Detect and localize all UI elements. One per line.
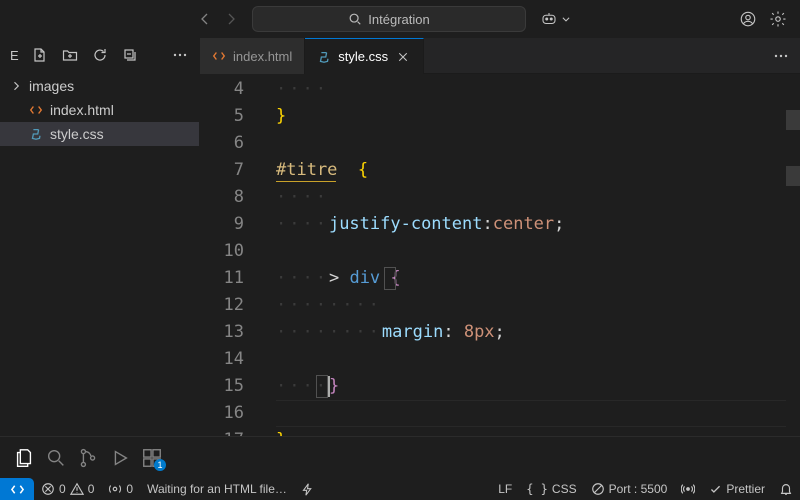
account-button[interactable] <box>734 5 762 33</box>
explorer-toolbar: E <box>0 38 199 72</box>
css-file-icon <box>317 50 331 64</box>
tab-index-html[interactable]: index.html <box>200 38 305 74</box>
tab-label: index.html <box>233 49 292 64</box>
search-icon <box>348 12 362 26</box>
line-gutter: 456789101112131415161718 <box>200 74 262 436</box>
status-problems[interactable]: 0 0 <box>34 478 101 500</box>
debug-icon <box>109 447 131 469</box>
copilot-icon <box>540 10 558 28</box>
tab-label: style.css <box>338 49 388 64</box>
bottom-panel: 1 <box>0 436 800 478</box>
status-port[interactable]: Port : 5500 <box>584 478 675 500</box>
gear-icon <box>769 10 787 28</box>
status-prettier-label: Prettier <box>726 482 765 496</box>
ellipsis-icon <box>773 48 789 64</box>
status-task[interactable]: Waiting for an HTML file… <box>140 478 294 500</box>
nav-forward-button[interactable] <box>218 6 244 32</box>
css-file-icon <box>29 127 43 141</box>
tree-file-index-html[interactable]: index.html <box>0 98 199 122</box>
remote-button[interactable] <box>0 478 34 500</box>
bell-icon <box>779 482 793 496</box>
explorer-sidebar: E images index.html style.css <box>0 38 200 436</box>
nav-back-button[interactable] <box>192 6 218 32</box>
check-icon <box>709 483 722 496</box>
files-icon <box>13 447 35 469</box>
minimap[interactable] <box>786 74 800 436</box>
file-tree: images index.html style.css <box>0 72 199 436</box>
close-icon <box>397 51 409 63</box>
status-radio[interactable]: 0 <box>101 478 140 500</box>
new-file-button[interactable] <box>29 44 51 66</box>
settings-button[interactable] <box>764 5 792 33</box>
tab-close-button[interactable] <box>395 49 411 65</box>
status-live-server[interactable] <box>674 478 702 500</box>
chevron-down-icon <box>561 14 571 24</box>
new-folder-button[interactable] <box>59 44 81 66</box>
html-file-icon <box>29 103 43 117</box>
activity-explorer[interactable] <box>10 444 38 472</box>
activity-search[interactable] <box>42 444 70 472</box>
status-action[interactable] <box>294 478 321 500</box>
code-content[interactable]: ····} #titre {········justify-content:ce… <box>262 74 786 436</box>
tree-item-label: index.html <box>50 102 114 118</box>
activity-bar: 1 <box>0 437 200 478</box>
status-radio-count: 0 <box>126 482 133 496</box>
tab-bar: index.html style.css <box>200 38 800 74</box>
activity-scm[interactable] <box>74 444 102 472</box>
chevron-right-icon <box>10 80 22 92</box>
status-eol[interactable]: LF <box>491 478 519 500</box>
refresh-button[interactable] <box>89 44 111 66</box>
warning-icon <box>70 482 84 496</box>
error-icon <box>41 482 55 496</box>
editor-actions-button[interactable] <box>762 38 800 73</box>
remote-icon <box>10 482 25 497</box>
title-bar: Intégration <box>0 0 800 38</box>
search-icon <box>45 447 67 469</box>
copilot-menu[interactable] <box>540 10 571 28</box>
tab-style-css[interactable]: style.css <box>305 38 424 74</box>
editor-group: index.html style.css 4567891011121314151… <box>200 38 800 436</box>
ellipsis-icon <box>172 47 188 63</box>
status-prettier[interactable]: Prettier <box>702 478 772 500</box>
status-notifications[interactable] <box>772 478 800 500</box>
tree-file-style-css[interactable]: style.css <box>0 122 199 146</box>
braces-icon: { } <box>526 482 548 496</box>
extensions-badge: 1 <box>154 459 166 471</box>
command-center[interactable]: Intégration <box>252 6 526 32</box>
activity-extensions[interactable]: 1 <box>138 444 166 472</box>
tree-item-label: images <box>29 78 74 94</box>
block-icon <box>591 482 605 496</box>
explorer-initial: E <box>10 48 21 63</box>
status-errors-count: 0 <box>59 482 66 496</box>
html-file-icon <box>212 49 226 63</box>
tree-folder-images[interactable]: images <box>0 74 199 98</box>
radio-icon <box>108 482 122 496</box>
source-control-icon <box>77 447 99 469</box>
status-language-label: CSS <box>552 482 577 496</box>
broadcast-icon <box>681 482 695 496</box>
status-task-label: Waiting for an HTML file… <box>147 482 287 496</box>
status-language[interactable]: { } CSS <box>519 478 583 500</box>
status-bar: 0 0 0 Waiting for an HTML file… LF { } C… <box>0 478 800 500</box>
status-warnings-count: 0 <box>88 482 95 496</box>
account-icon <box>739 10 757 28</box>
code-editor[interactable]: 456789101112131415161718 ····} #titre {·… <box>200 74 800 436</box>
collapse-all-button[interactable] <box>119 44 141 66</box>
command-center-text: Intégration <box>368 12 429 27</box>
zap-icon <box>301 483 314 496</box>
explorer-more-button[interactable] <box>169 44 191 66</box>
tree-item-label: style.css <box>50 126 104 142</box>
activity-debug[interactable] <box>106 444 134 472</box>
status-port-label: Port : 5500 <box>609 482 668 496</box>
